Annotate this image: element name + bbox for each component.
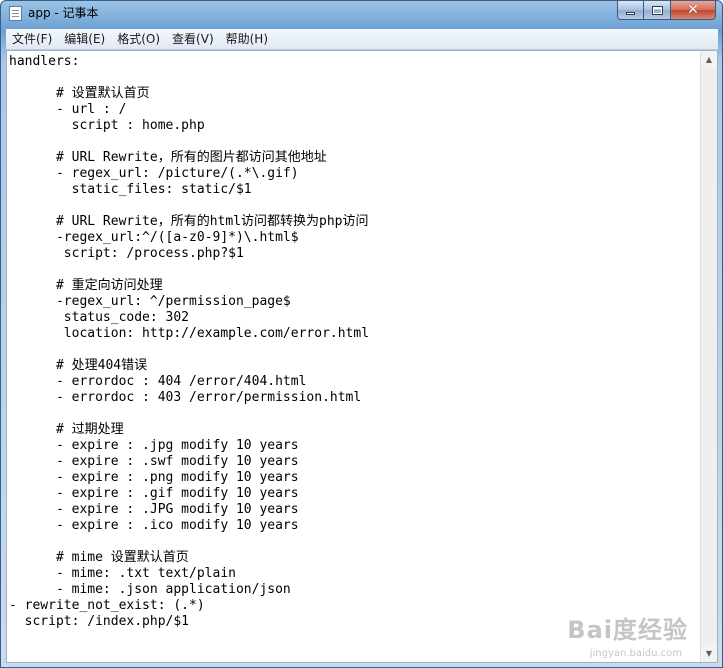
watermark-logo: Bai度经验: [567, 616, 688, 644]
title-bar[interactable]: app - 记事本 ✕: [1, 1, 722, 27]
menu-edit[interactable]: 编辑(E): [58, 29, 111, 49]
editor-pane: handlers: # 设置默认首页 - url : / script : ho…: [6, 50, 718, 663]
text-area[interactable]: handlers: # 设置默认首页 - url : / script : ho…: [7, 51, 699, 662]
close-button[interactable]: ✕: [671, 1, 716, 20]
notepad-icon: [9, 6, 22, 21]
menu-view[interactable]: 查看(V): [166, 29, 220, 49]
window-title: app - 记事本: [28, 6, 99, 20]
close-icon: ✕: [687, 2, 699, 18]
document-text[interactable]: handlers: # 设置默认首页 - url : / script : ho…: [7, 51, 699, 630]
watermark-url: jingyan.baidu.com: [589, 648, 682, 659]
menu-bar: 文件(F) 编辑(E) 格式(O) 查看(V) 帮助(H): [6, 29, 718, 50]
minimize-button[interactable]: [617, 1, 644, 20]
maximize-button[interactable]: [644, 1, 671, 20]
resize-grip[interactable]: [708, 653, 722, 667]
notepad-window: app - 记事本 ✕ 文件(F) 编辑(E) 格式(O) 查看(V) 帮助(H…: [0, 0, 723, 668]
scroll-track[interactable]: [701, 68, 717, 645]
scroll-up-button[interactable]: ▲: [701, 51, 717, 68]
scroll-up-arrow-icon: ▲: [705, 55, 713, 64]
menu-help[interactable]: 帮助(H): [220, 29, 274, 49]
vertical-scrollbar[interactable]: ▲ ▼: [700, 51, 717, 662]
minimize-icon: [626, 12, 635, 15]
maximize-icon: [651, 5, 663, 15]
window-controls: ✕: [617, 1, 716, 20]
menu-format[interactable]: 格式(O): [111, 29, 166, 49]
menu-file[interactable]: 文件(F): [6, 29, 58, 49]
